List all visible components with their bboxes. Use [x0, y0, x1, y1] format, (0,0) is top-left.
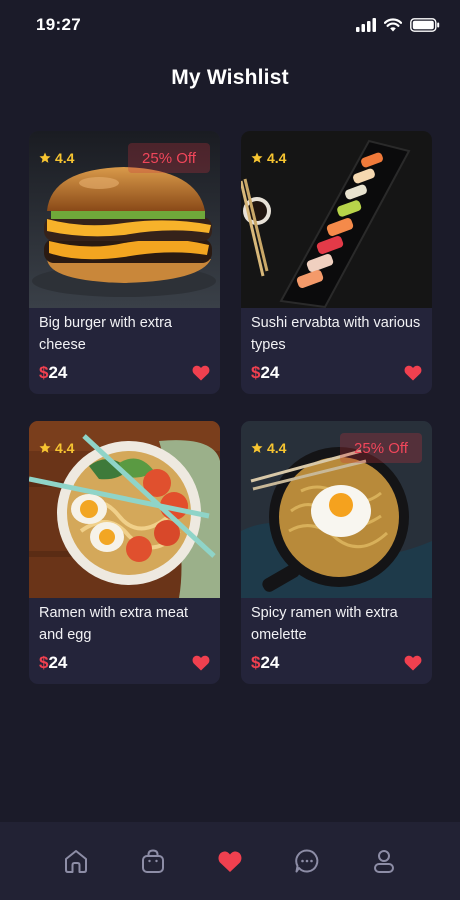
wifi-icon	[384, 18, 402, 32]
nav-home[interactable]	[59, 844, 93, 878]
price-amount: 24	[48, 363, 68, 382]
status-icons	[356, 18, 440, 32]
page-title: My Wishlist	[171, 66, 289, 89]
product-price: $24	[39, 653, 67, 673]
home-icon	[65, 850, 88, 873]
wishlist-card[interactable]: 4.4 Sushi ervabta with various types $24	[241, 131, 432, 394]
heart-icon	[218, 851, 242, 872]
status-bar: 19:27	[0, 0, 460, 50]
nav-chat[interactable]	[290, 844, 324, 878]
rating-value: 4.4	[267, 150, 287, 166]
rating: 4.4	[39, 150, 74, 166]
wishlist-card[interactable]: 4.4 Ramen with extra meat and egg $24	[29, 421, 220, 684]
price-amount: 24	[48, 653, 68, 672]
product-price: $24	[251, 363, 279, 383]
heart-icon	[404, 655, 422, 671]
favorite-button[interactable]	[404, 365, 422, 381]
rating: 4.4	[251, 150, 286, 166]
product-price: $24	[39, 363, 67, 383]
wishlist-card[interactable]: 4.4 25% Off Big burger with extra cheese…	[29, 131, 220, 394]
wishlist-grid: 4.4 25% Off Big burger with extra cheese…	[29, 131, 432, 685]
star-icon	[251, 152, 263, 163]
product-name: Ramen with extra meat and egg	[39, 605, 189, 643]
signal-icon	[356, 18, 376, 32]
nav-profile[interactable]	[367, 844, 401, 878]
profile-icon	[373, 850, 394, 873]
favorite-button[interactable]	[192, 655, 210, 671]
battery-icon	[410, 18, 440, 32]
rating: 4.4	[39, 440, 74, 456]
nav-bag[interactable]	[136, 844, 170, 878]
star-icon	[39, 442, 51, 453]
star-icon	[39, 152, 51, 163]
discount-badge: 25% Off	[340, 433, 422, 463]
chat-icon	[295, 849, 319, 873]
bag-icon	[142, 849, 165, 873]
heart-icon	[192, 655, 210, 671]
star-icon	[251, 442, 263, 453]
product-name: Sushi ervabta with various types	[251, 315, 421, 353]
heart-icon	[192, 365, 210, 381]
rating-value: 4.4	[55, 440, 75, 456]
price-amount: 24	[260, 653, 280, 672]
favorite-button[interactable]	[404, 655, 422, 671]
status-time: 19:27	[36, 15, 81, 34]
rating: 4.4	[251, 440, 286, 456]
bottom-nav	[0, 822, 460, 900]
product-name: Spicy ramen with extra omelette	[251, 605, 398, 643]
discount-badge: 25% Off	[128, 143, 210, 173]
heart-icon	[404, 365, 422, 381]
product-name: Big burger with extra cheese	[39, 315, 172, 353]
rating-value: 4.4	[55, 150, 75, 166]
rating-value: 4.4	[267, 440, 287, 456]
product-price: $24	[251, 653, 279, 673]
nav-wishlist[interactable]	[213, 844, 247, 878]
wishlist-card[interactable]: 4.4 25% Off Spicy ramen with extra omele…	[241, 421, 432, 684]
favorite-button[interactable]	[192, 365, 210, 381]
price-amount: 24	[260, 363, 280, 382]
